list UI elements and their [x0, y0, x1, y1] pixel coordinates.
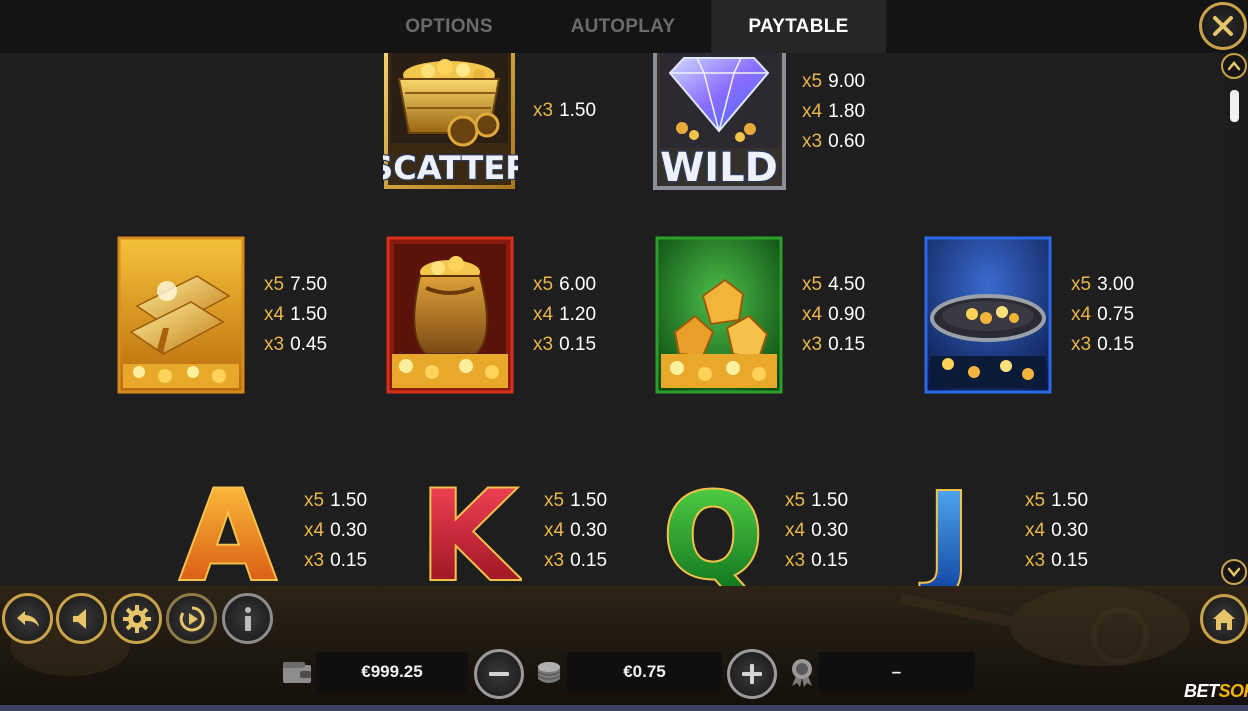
ace-letter: A [180, 471, 276, 586]
gold-nuggets-pays: x5 4.50 x4 0.90 x3 0.15 [802, 274, 866, 355]
balance-display: €999.25 [316, 652, 468, 692]
ace-symbol: A [174, 471, 282, 586]
sound-button[interactable] [56, 593, 107, 644]
settings-icon [122, 604, 151, 633]
decrease-bet-button[interactable] [474, 649, 524, 699]
bet-display: €0.75 [567, 652, 722, 692]
wild-symbol: WILD [652, 53, 787, 192]
gold-bars-symbol [117, 236, 245, 394]
sound-icon [72, 608, 86, 629]
bet-value: €0.75 [623, 662, 666, 681]
scroll-down-button[interactable] [1221, 559, 1247, 585]
close-button[interactable] [1199, 2, 1247, 50]
scatter-label: SCATTER [383, 149, 518, 187]
tab-autoplay[interactable]: AUTOPLAY [538, 0, 708, 53]
win-value: – [891, 662, 902, 681]
gold-nuggets-symbol [655, 236, 783, 394]
wild-label: WILD [660, 145, 778, 191]
close-icon [1213, 16, 1233, 36]
king-letter: K [420, 471, 520, 586]
king-symbol: K [414, 471, 522, 586]
queen-pays: x5 1.50 x4 0.30 x3 0.15 [785, 490, 849, 571]
info-icon [244, 606, 251, 631]
autoplay-button[interactable] [166, 593, 217, 644]
coins-icon [534, 658, 564, 688]
king-pays: x5 1.50 x4 0.30 x3 0.15 [544, 490, 608, 571]
chevron-up-icon [1227, 61, 1241, 71]
jack-letter: J [920, 471, 971, 586]
queen-letter: Q [663, 471, 763, 586]
home-button[interactable] [1200, 594, 1248, 644]
back-icon [16, 610, 39, 627]
chevron-down-icon [1227, 567, 1241, 577]
bottom-strip [0, 705, 1248, 711]
win-display: – [818, 652, 975, 692]
jack-symbol: J [904, 471, 994, 586]
autoplay-icon [179, 605, 205, 631]
scatter-pays: x3 1.50 [533, 100, 597, 121]
betsoft-logo: BETSOFT [1184, 681, 1248, 701]
ace-pays: x5 1.50 x4 0.30 x3 0.15 [304, 490, 368, 571]
jack-pays: x5 1.50 x4 0.30 x3 0.15 [1025, 490, 1089, 571]
scatter-symbol: SCATTER [383, 53, 518, 192]
scrollbar-track[interactable] [1226, 84, 1242, 554]
gold-pan-symbol [924, 236, 1052, 394]
tab-options[interactable]: OPTIONS [364, 0, 534, 53]
back-button[interactable] [2, 593, 53, 644]
wallet-icon [282, 658, 312, 688]
scrollbar-thumb[interactable] [1230, 90, 1239, 122]
gold-sack-pays: x5 6.00 x4 1.20 x3 0.15 [533, 274, 597, 355]
gold-pan-pays: x5 3.00 x4 0.75 x3 0.15 [1071, 274, 1135, 355]
gold-sack-symbol [386, 236, 514, 394]
gold-bars-pays: x5 7.50 x4 1.50 x3 0.45 [264, 274, 328, 355]
control-bar: €999.25 €0.75 – BETSO [0, 586, 1248, 711]
info-button[interactable] [222, 593, 273, 644]
tab-bar: OPTIONS AUTOPLAY PAYTABLE [0, 0, 1248, 53]
paytable-content: SCATTER x31.50 WILD x59.00 x41.80 x30.60 [0, 53, 1218, 586]
scroll-up-button[interactable] [1221, 53, 1247, 79]
balance-value: €999.25 [361, 662, 423, 681]
queen-symbol: Q [658, 471, 768, 586]
wild-pays: x5 9.00 x4 1.80 x3 0.60 [802, 71, 866, 152]
plus-icon [742, 664, 762, 684]
settings-button[interactable] [111, 593, 162, 644]
tab-paytable[interactable]: PAYTABLE [711, 0, 886, 53]
award-icon [787, 658, 817, 688]
home-icon [1213, 609, 1235, 630]
minus-icon [489, 672, 509, 676]
increase-bet-button[interactable] [727, 649, 777, 699]
